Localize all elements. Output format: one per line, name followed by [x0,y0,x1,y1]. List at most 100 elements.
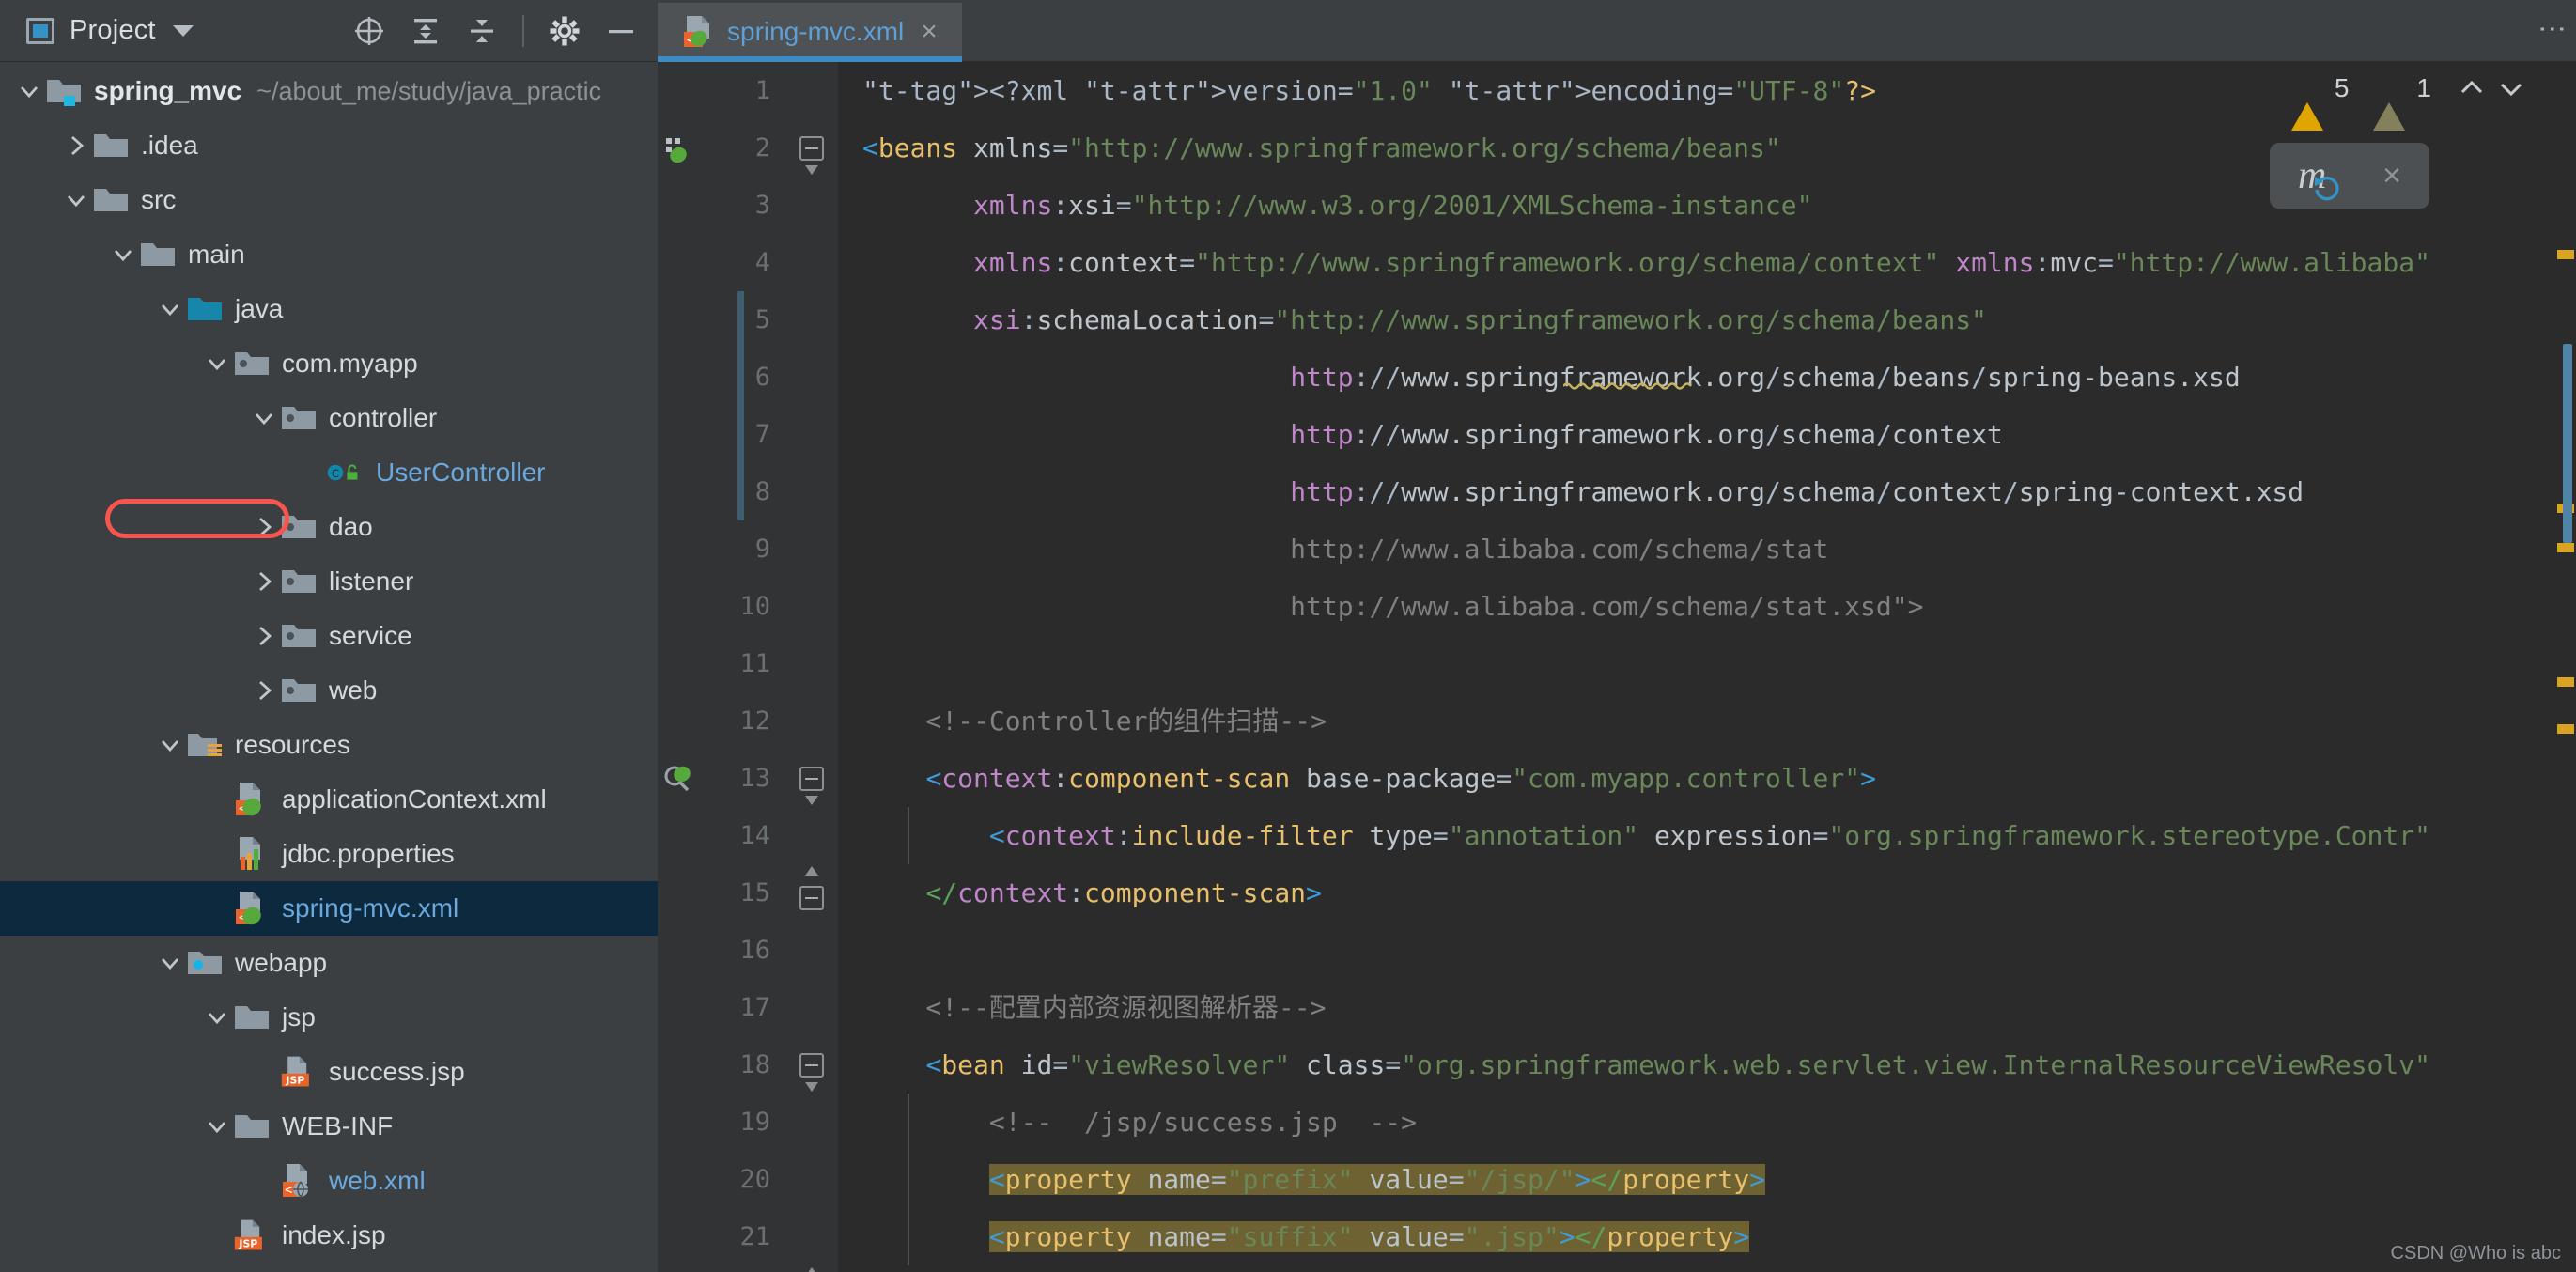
tree-item-success-jsp[interactable]: JSPsuccess.jsp [0,1045,658,1099]
maven-reload-popup[interactable]: m × [2270,143,2429,209]
tree-item-jdbc-properties[interactable]: jdbc.properties [0,827,658,881]
editor-gutter-icons[interactable] [658,62,699,1272]
stripe-marker[interactable] [2557,250,2574,259]
editor-tab-spring-mvc-xml[interactable]: < spring-mvc.xml × [658,3,962,61]
code-line[interactable] [838,635,2542,692]
tree-item-usercontroller[interactable]: CUserController [0,445,658,500]
chevron-down-icon[interactable] [154,947,186,979]
code-line[interactable]: xmlns:context="http://www.springframewor… [838,234,2542,291]
code-editor[interactable]: 123456789101112131415161718192021222324 … [658,62,2576,1272]
stripe-marker[interactable] [2557,677,2574,687]
fold-collapse-icon[interactable] [785,750,838,807]
close-icon[interactable]: × [917,18,941,46]
chevron-down-icon[interactable] [60,184,92,216]
tree-item-dao[interactable]: dao [0,500,658,554]
code-line[interactable]: <bean id="viewResolver" class="org.sprin… [838,1036,2542,1094]
spring-bean-gutter-icon[interactable] [658,119,699,177]
gutter-slot [658,1094,699,1151]
fold-collapse-icon[interactable] [785,1036,838,1094]
close-icon[interactable]: × [2382,158,2401,194]
chevron-down-icon[interactable] [154,729,186,761]
locate-icon[interactable] [353,15,385,47]
tree-item-listener[interactable]: listener [0,554,658,609]
stripe-marker[interactable] [2557,724,2574,734]
line-number-column: 123456789101112131415161718192021222324 [699,62,785,1272]
tree-item-spring-mvc[interactable]: spring_mvc~/about_me/study/java_practic [0,64,658,118]
code-text-area[interactable]: "t-tag"><?xml "t-attr">version="1.0" "t-… [838,62,2542,1272]
code-line[interactable]: xsi:schemaLocation="http://www.springfra… [838,291,2542,349]
fold-collapse-icon[interactable] [785,119,838,177]
tree-item-main[interactable]: main [0,227,658,282]
code-line[interactable]: http://www.alibaba.com/schema/stat.xsd"> [838,578,2542,635]
tree-item-web-xml[interactable]: <web.xml [0,1154,658,1208]
tree-item-src[interactable]: src [0,173,658,227]
code-line[interactable]: <!-- /jsp/success.jsp --> [838,1094,2542,1151]
more-options-icon[interactable]: ⋮ [2545,15,2559,45]
chevron-right-icon[interactable] [248,511,280,543]
chevron-down-icon[interactable] [201,1110,233,1142]
code-line[interactable]: "t-tag"><?xml "t-attr">version="1.0" "t-… [838,62,2542,119]
fold-end-marker[interactable] [785,1265,838,1272]
chevron-right-icon[interactable] [248,675,280,706]
tree-item-index-jsp[interactable]: JSPindex.jsp [0,1208,658,1263]
code-line[interactable]: <context:include-filter type="annotation… [838,807,2542,864]
tree-arrow-spacer [201,783,233,815]
next-problem-icon[interactable] [2497,74,2525,102]
error-stripe-markers[interactable] [2542,62,2576,1272]
tree-item-spring-mvc-xml[interactable]: <spring-mvc.xml [0,881,658,936]
code-line[interactable]: </context:component-scan> [838,864,2542,922]
minimize-icon[interactable] [605,15,637,47]
code-line[interactable]: </bean> [838,1265,2542,1272]
chevron-right-icon[interactable] [60,130,92,162]
tree-item-com-myapp[interactable]: com.myapp [0,336,658,391]
tree-item-webapp[interactable]: webapp [0,936,658,990]
tree-item-controller[interactable]: controller [0,391,658,445]
code-line[interactable]: <context:component-scan base-package="co… [838,750,2542,807]
chevron-right-icon[interactable] [248,566,280,597]
spring-component-scan-gutter-icon[interactable] [658,750,699,807]
fold-end-marker[interactable] [785,864,838,922]
code-line[interactable]: http://www.springframework.org/schema/co… [838,463,2542,520]
chevron-down-icon[interactable] [154,293,186,325]
scrollbar-thumb[interactable] [2563,344,2572,543]
watermark: CSDN @Who is abc [2391,1243,2561,1264]
code-folding-column[interactable] [785,62,838,1272]
inspection-widget[interactable]: 5 1 [2291,73,2525,103]
code-line[interactable]: <!--Controller的组件扫描--> [838,692,2542,750]
chevron-down-icon[interactable] [201,1001,233,1033]
tree-item-java[interactable]: java [0,282,658,336]
tree-item-applicationcontext-xml[interactable]: <applicationContext.xml [0,772,658,827]
chevron-right-icon[interactable] [248,620,280,652]
chevron-down-icon[interactable] [107,239,139,271]
tree-item-web[interactable]: web [0,663,658,718]
collapse-all-icon[interactable] [466,15,498,47]
tree-item-service[interactable]: service [0,609,658,663]
code-line[interactable]: <property name="suffix" value=".jsp"></p… [838,1208,2542,1265]
code-line[interactable]: http://www.alibaba.com/schema/stat [838,520,2542,578]
spring-xml-file-icon: < [233,783,271,816]
tree-item-jsp[interactable]: jsp [0,990,658,1045]
tree-item-test[interactable]: test [0,1263,658,1272]
stripe-marker[interactable] [2557,543,2574,552]
previous-problem-icon[interactable] [2458,74,2486,102]
code-line[interactable]: <!--配置内部资源视图解析器--> [838,979,2542,1036]
code-line[interactable] [838,922,2542,979]
line-number: 14 [699,807,785,864]
tree-item-idea[interactable]: .idea [0,118,658,173]
tree-item-resources[interactable]: resources [0,718,658,772]
code-line[interactable]: http://www.springframework.org/schema/co… [838,406,2542,463]
chevron-down-icon[interactable] [13,75,45,107]
svg-text:JSP: JSP [238,1238,257,1250]
chevron-down-icon[interactable] [201,348,233,380]
code-line[interactable]: http://www.springframework.org/schema/be… [838,349,2542,406]
tree-item-web-inf[interactable]: WEB-INF [0,1099,658,1154]
chevron-down-icon[interactable] [173,25,194,37]
code-line[interactable]: <property name="prefix" value="/jsp/"></… [838,1151,2542,1208]
chevron-down-icon[interactable] [248,402,280,434]
expand-all-icon[interactable] [410,15,442,47]
project-tree[interactable]: spring_mvc~/about_me/study/java_practic.… [0,62,658,1272]
gear-icon[interactable] [549,15,581,47]
reload-icon[interactable] [2311,171,2343,203]
main-area: spring_mvc~/about_me/study/java_practic.… [0,62,2576,1272]
fold-slot [785,177,838,234]
